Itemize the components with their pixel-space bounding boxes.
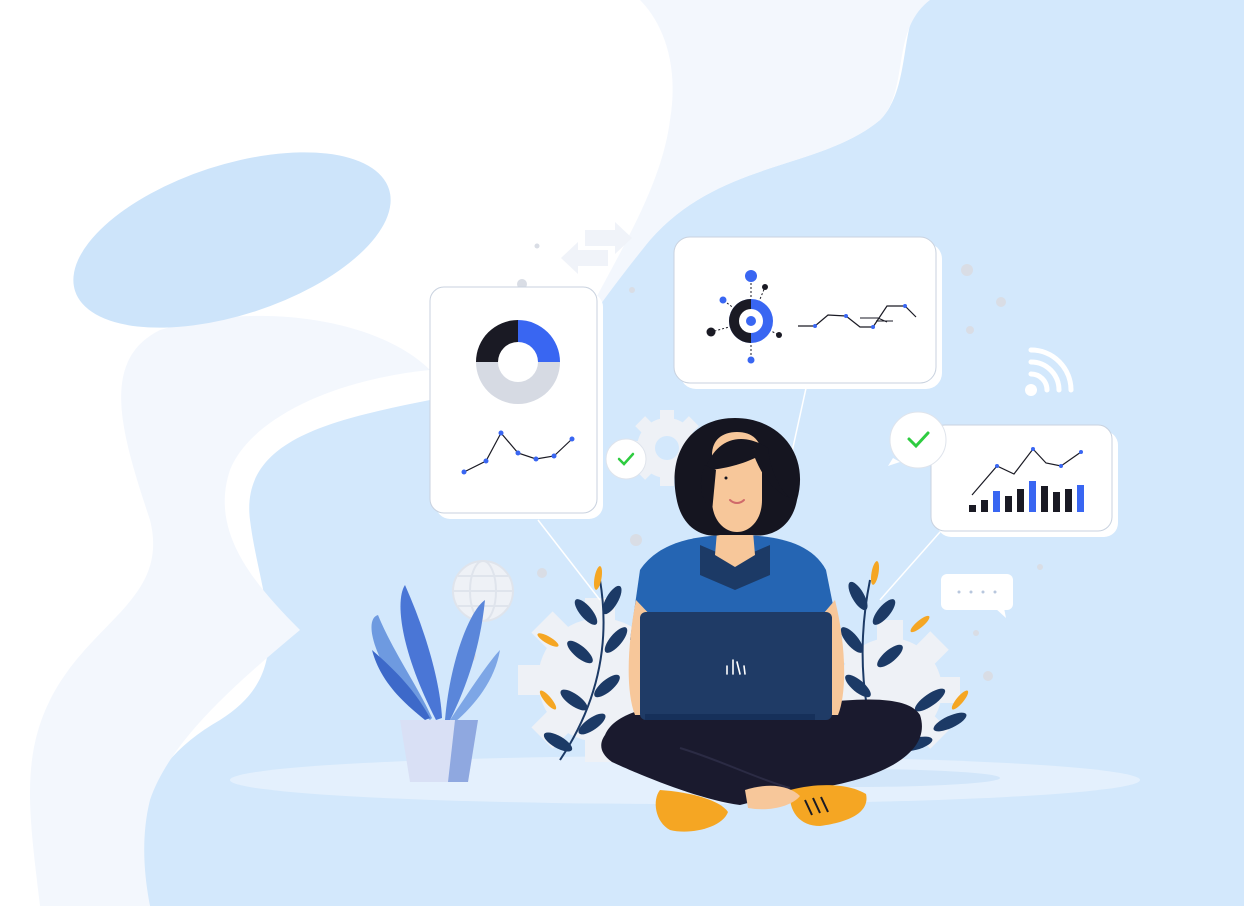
card-network (673, 236, 942, 389)
card-bar-chart (930, 424, 1118, 537)
checkmark-icon (605, 438, 647, 480)
card-donut-line (429, 286, 603, 519)
illustration-scene (0, 0, 1244, 906)
laptop (640, 612, 832, 720)
